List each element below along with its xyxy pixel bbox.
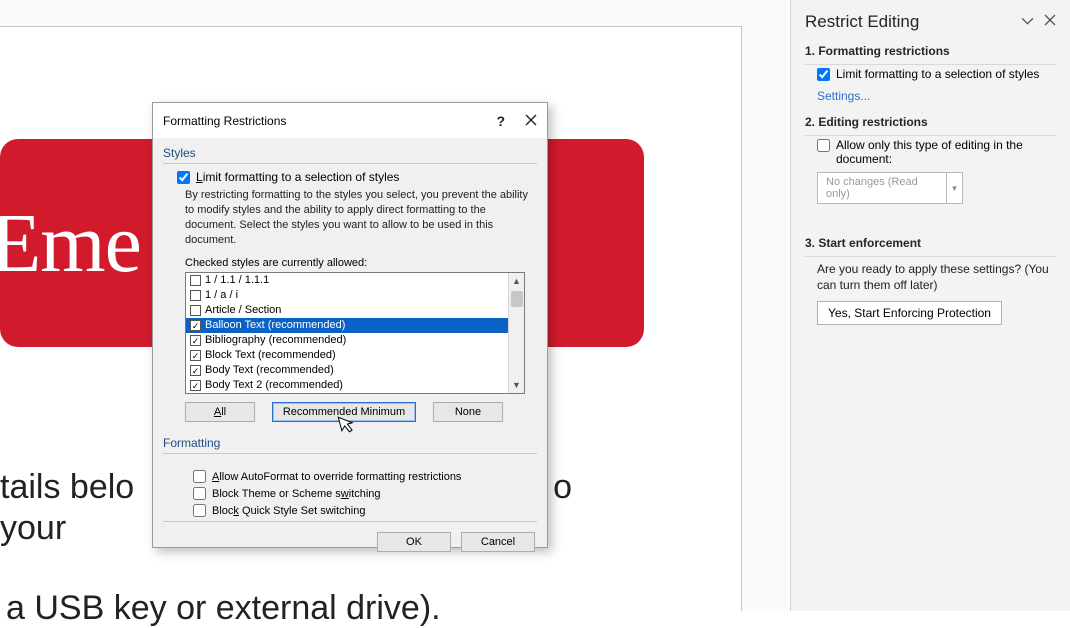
document-text-fragment-2: a USB key or external drive). [6,589,441,628]
style-list-row[interactable]: ✓ Balloon Text (recommended) [186,318,508,333]
recommended-minimum-button[interactable]: Recommended Minimum [272,402,416,422]
style-checkbox[interactable] [190,290,201,301]
style-checkbox[interactable]: ✓ [190,335,201,346]
pane-title: Restrict Editing [805,12,919,32]
formatting-option-label: Block Theme or Scheme switching [212,488,381,500]
style-checkbox[interactable]: ✓ [190,350,201,361]
scrollbar[interactable]: ▲ ▼ [508,273,524,393]
style-checkbox[interactable]: ✓ [190,365,201,376]
formatting-option-checkbox[interactable] [193,470,206,483]
style-list-row[interactable]: ✓ Body Text 2 (recommended) [186,378,508,393]
close-icon[interactable] [525,114,537,129]
limit-formatting-label: Limit formatting to a selection of style… [836,67,1039,81]
formatting-option-label: Block Quick Style Set switching [212,505,365,517]
all-button[interactable]: All [185,402,255,422]
formatting-group-label: Formatting [163,436,537,450]
style-name: Bibliography (recommended) [205,333,346,348]
style-list-row[interactable]: ✓ Bibliography (recommended) [186,333,508,348]
scroll-up-icon[interactable]: ▲ [509,273,524,289]
none-button[interactable]: None [433,402,503,422]
style-list-row[interactable]: ✓ Block Text (recommended) [186,348,508,363]
style-checkbox[interactable]: ✓ [190,320,201,331]
styles-listbox[interactable]: 1 / 1.1 / 1.1.11 / a / iArticle / Sectio… [185,272,525,394]
start-enforcing-button[interactable]: Yes, Start Enforcing Protection [817,301,1002,325]
formatting-option-row: Allow AutoFormat to override formatting … [193,470,537,483]
style-name: Article / Section [205,303,281,318]
style-list-row[interactable]: ✓ Body Text (recommended) [186,363,508,378]
formatting-option-label: Allow AutoFormat to override formatting … [212,471,461,483]
editing-type-combo[interactable]: No changes (Read only) ▾ [817,172,1056,204]
section-heading-editing: 2. Editing restrictions [805,115,1056,129]
style-list-row[interactable]: Article / Section [186,303,508,318]
combo-value: No changes (Read only) [817,172,947,204]
style-name: Balloon Text (recommended) [205,318,345,333]
style-name: 1 / 1.1 / 1.1.1 [205,273,269,288]
styles-group-label: Styles [163,146,537,160]
dlg-limit-formatting-label: Limit formatting to a selection of style… [196,170,399,184]
pane-dropdown-icon[interactable] [1021,14,1034,30]
cancel-button[interactable]: Cancel [461,532,535,552]
formatting-option-row: Block Theme or Scheme switching [193,487,537,500]
style-list-row[interactable]: 1 / 1.1 / 1.1.1 [186,273,508,288]
settings-link[interactable]: Settings... [817,89,870,103]
limit-formatting-checkbox[interactable] [817,68,830,81]
styles-list-content: 1 / 1.1 / 1.1.11 / a / iArticle / Sectio… [186,273,508,393]
style-name: Body Text (recommended) [205,363,334,378]
ok-button[interactable]: OK [377,532,451,552]
formatting-option-row: Block Quick Style Set switching [193,504,537,517]
close-icon[interactable] [1044,14,1056,30]
formatting-restrictions-dialog: Formatting Restrictions ? Styles Limit f… [152,102,548,548]
style-checkbox[interactable] [190,305,201,316]
help-icon[interactable]: ? [496,113,505,129]
dialog-title: Formatting Restrictions [163,114,286,128]
dialog-titlebar: Formatting Restrictions ? [153,103,547,138]
dlg-allowed-label: Checked styles are currently allowed: [185,257,537,269]
banner-partial-text: Eme [0,195,141,292]
style-name: Block Text (recommended) [205,348,336,363]
scroll-thumb[interactable] [511,291,523,307]
pane-header: Restrict Editing [805,12,1056,32]
style-checkbox[interactable]: ✓ [190,380,201,391]
section-heading-formatting: 1. Formatting restrictions [805,44,1056,58]
enforce-desc: Are you ready to apply these settings? (… [817,261,1056,293]
allow-only-label: Allow only this type of editing in the d… [836,138,1056,166]
dlg-description: By restricting formatting to the styles … [185,188,537,247]
allow-only-checkbox[interactable] [817,139,830,152]
style-name: 1 / a / i [205,288,238,303]
formatting-option-checkbox[interactable] [193,487,206,500]
formatting-options: Allow AutoFormat to override formatting … [193,466,537,521]
section-heading-enforce: 3. Start enforcement [805,236,1056,250]
style-list-row[interactable]: 1 / a / i [186,288,508,303]
style-checkbox[interactable] [190,275,201,286]
scroll-down-icon[interactable]: ▼ [509,377,524,393]
formatting-option-checkbox[interactable] [193,504,206,517]
chevron-down-icon[interactable]: ▾ [947,172,963,204]
dlg-limit-formatting-checkbox[interactable] [177,171,190,184]
style-name: Body Text 2 (recommended) [205,378,343,393]
restrict-editing-pane: Restrict Editing 1. Formatting restricti… [790,0,1070,611]
